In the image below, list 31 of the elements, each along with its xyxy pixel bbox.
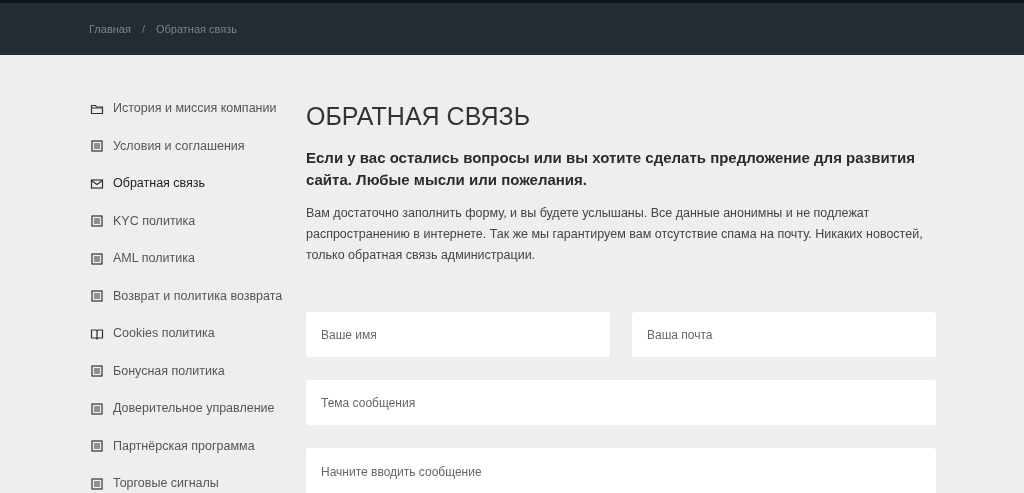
document-icon — [90, 476, 104, 491]
sidebar-item[interactable]: Бонусная политика — [90, 352, 290, 390]
document-icon — [90, 251, 104, 266]
subject-field[interactable]: Тема сообщения — [306, 380, 936, 425]
sidebar-item[interactable]: Доверительное управление — [90, 390, 290, 428]
document-icon — [90, 289, 104, 304]
sidebar-item[interactable]: Условия и соглашения — [90, 127, 290, 165]
breadcrumb-separator: / — [140, 21, 146, 37]
document-icon — [90, 364, 104, 379]
description-text: Вам достаточно заполнить форму, и вы будете услышаны. Все данные анонимны и не подлежат распространению в интернете. Так же мы гарантируем вам отсутствие спама на почту. Никаких новостей, только обратная связь администрации. — [306, 205, 924, 264]
envelope-icon — [90, 176, 104, 191]
sidebar-item[interactable]: История и миссия компании — [90, 90, 290, 128]
document-icon — [90, 439, 104, 454]
document-icon — [90, 214, 104, 229]
book-icon — [90, 326, 104, 341]
lead-text: Если у вас остались вопросы или вы хотите сделать предложение для развития сайта. Любые мысли или пожелания. — [306, 148, 916, 190]
sidebar-item[interactable]: Возврат и политика возврата — [90, 277, 290, 315]
sidebar-item[interactable]: Торговые сигналы — [90, 465, 290, 493]
sidebar-item[interactable]: Обратная связь — [90, 165, 290, 203]
message-field[interactable]: Начните вводить сообщение — [306, 448, 936, 493]
name-field[interactable]: Ваше имя — [306, 312, 610, 357]
sidebar-item[interactable]: Cookies политика — [90, 315, 290, 353]
sidebar-item[interactable]: Партнёрская программа — [90, 427, 290, 465]
document-icon — [90, 139, 104, 154]
breadcrumb-current: Обратная связь — [155, 21, 237, 37]
page-title: ОБРАТНАЯ СВЯЗЬ — [306, 101, 532, 131]
document-icon — [90, 401, 104, 416]
breadcrumb-link[interactable]: Главная — [89, 20, 131, 38]
sidebar-item[interactable]: AML политика — [90, 240, 290, 278]
sidebar-item[interactable]: KYC политика — [90, 202, 290, 240]
email-field[interactable]: Ваша почта — [632, 312, 936, 357]
